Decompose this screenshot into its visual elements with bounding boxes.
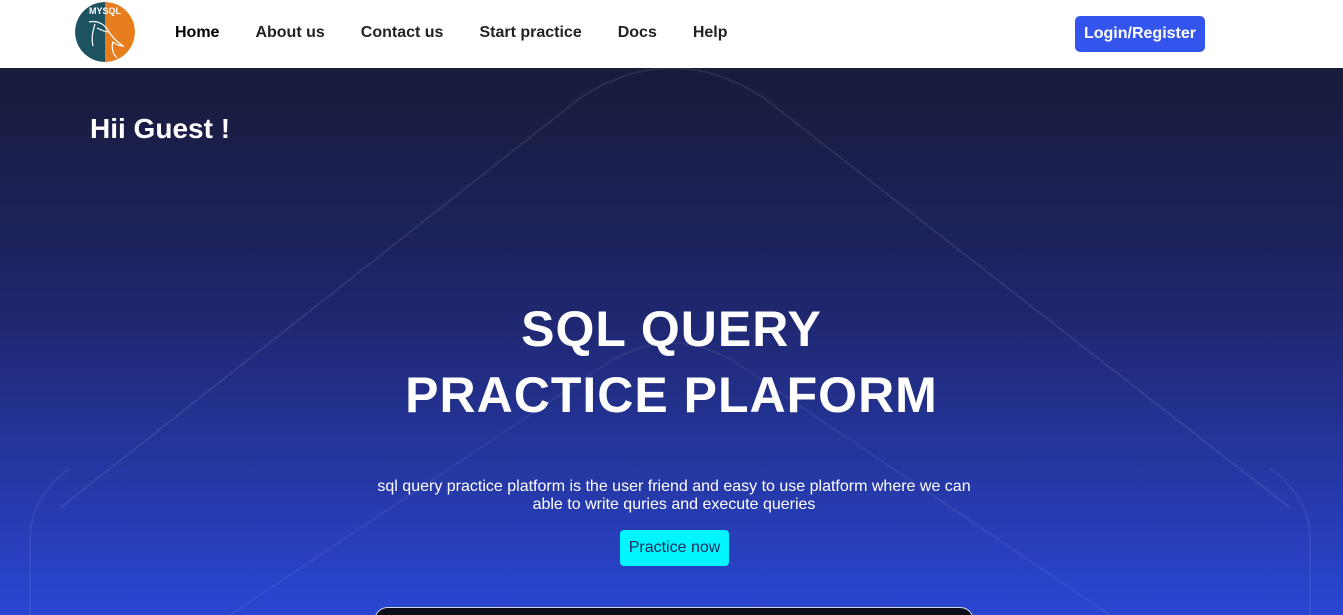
nav-contact-us[interactable]: Contact us: [361, 22, 444, 44]
logo-text: MYSQL: [89, 6, 122, 16]
editor-preview-box: [374, 607, 974, 615]
login-register-button[interactable]: Login/Register: [1075, 16, 1205, 52]
navbar: MYSQL Home About us Contact us Start pra…: [0, 0, 1343, 68]
mysql-logo[interactable]: MYSQL: [75, 2, 135, 62]
hero-description: sql query practice platform is the user …: [377, 478, 971, 513]
nav-about-us[interactable]: About us: [255, 22, 324, 44]
hero-title-line2: PRACTICE PLAFORM: [405, 367, 938, 423]
hero-title-line1: SQL QUERY: [521, 301, 822, 357]
nav-start-practice[interactable]: Start practice: [479, 22, 581, 44]
practice-now-button[interactable]: Practice now: [620, 530, 729, 566]
mysql-dolphin-icon: MYSQL: [75, 2, 135, 62]
nav-home[interactable]: Home: [175, 22, 219, 44]
nav-docs[interactable]: Docs: [618, 22, 657, 44]
hero-section: Hii Guest ! SQL QUERY PRACTICE PLAFORM s…: [0, 68, 1343, 615]
hero-title: SQL QUERY PRACTICE PLAFORM: [0, 296, 1343, 428]
greeting-text: Hii Guest !: [90, 113, 231, 144]
nav-links: Home About us Contact us Start practice …: [175, 22, 764, 44]
nav-help[interactable]: Help: [693, 22, 728, 44]
